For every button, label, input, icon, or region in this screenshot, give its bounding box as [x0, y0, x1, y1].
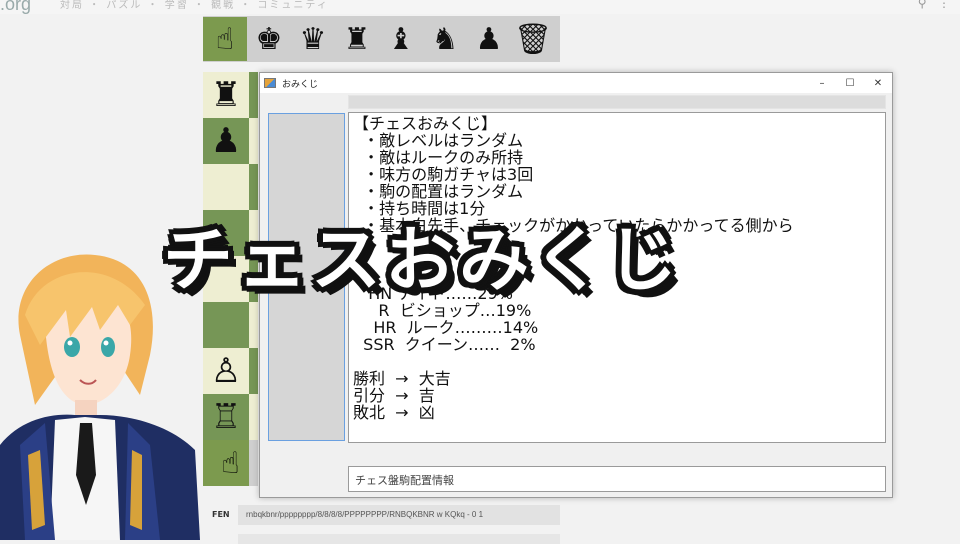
piece-toolbar: ☝ ♚ ♛ ♜ ♝ ♞ ♟ 🗑 — [203, 16, 560, 62]
fen-label: FEN — [212, 510, 230, 519]
text-line: 【チェスおみくじ】 — [353, 114, 498, 133]
top-field[interactable] — [348, 95, 886, 109]
window-titlebar[interactable]: おみくじ – ☐ ✕ — [260, 73, 892, 93]
window-controls: – ☐ ✕ — [808, 73, 892, 93]
text-line: ・味方の駒ガチャは3回 — [353, 165, 534, 184]
board-side-strip — [249, 440, 258, 486]
board-square-b[interactable] — [249, 394, 258, 440]
queen-icon[interactable]: ♛ — [291, 17, 335, 61]
text-line: SSR クイーン…… 2% — [353, 335, 536, 354]
close-button[interactable]: ✕ — [864, 73, 892, 93]
maximize-button[interactable]: ☐ — [836, 73, 864, 93]
search-icon[interactable]: ⚲ — [918, 0, 927, 10]
minimize-button[interactable]: – — [808, 73, 836, 93]
board-square[interactable]: ♟ — [203, 118, 249, 164]
text-line: 引分 → 吉 — [353, 386, 435, 405]
king-icon[interactable]: ♚ — [247, 17, 291, 61]
window-title: おみくじ — [282, 79, 319, 90]
bottom-strip — [238, 534, 560, 544]
menu-icon[interactable]: ⋮ — [938, 0, 950, 10]
site-nav[interactable]: 対局 ・ パズル ・ 学習 ・ 観戦 ・ コミュニティ — [60, 0, 329, 11]
knight-icon[interactable]: ♞ — [423, 17, 467, 61]
pawn-icon[interactable]: ♟ — [467, 17, 511, 61]
text-line: 勝利 → 大吉 — [353, 369, 451, 388]
board-square-b[interactable] — [249, 348, 258, 394]
site-brand[interactable]: .org — [0, 0, 31, 15]
fen-input[interactable]: rnbqkbnr/pppppppp/8/8/8/8/PPPPPPPP/RNBQK… — [238, 505, 560, 525]
board-square[interactable]: ♖ — [203, 394, 249, 440]
board-square[interactable]: ♙ — [203, 348, 249, 394]
header-icons: ⚲ ⋮ — [918, 0, 950, 10]
board-config-field[interactable]: チェス盤駒配置情報 — [348, 466, 886, 492]
hand-pointer-icon[interactable]: ☝ — [203, 17, 247, 61]
text-line: ・敵はルークのみ所持 — [353, 148, 524, 167]
rook-icon[interactable]: ♜ — [335, 17, 379, 61]
bishop-icon[interactable]: ♝ — [379, 17, 423, 61]
board-square-b[interactable] — [249, 118, 258, 164]
text-line: ・駒の配置はランダム — [353, 182, 524, 201]
board-square[interactable] — [203, 302, 249, 348]
text-line: HR ルーク………14% — [353, 318, 539, 337]
board-square[interactable]: ♜ — [203, 72, 249, 118]
app-icon — [264, 78, 276, 88]
text-line — [353, 353, 881, 370]
text-line: 敗北 → 凶 — [353, 403, 435, 422]
vtuber-avatar — [0, 254, 200, 540]
text-line: ・敵レベルはランダム — [353, 131, 524, 150]
site-header: .org 対局 ・ パズル ・ 学習 ・ 観戦 ・ コミュニティ ⚲ ⋮ — [0, 0, 960, 14]
board-square-b[interactable] — [249, 72, 258, 118]
board-square-b[interactable] — [249, 302, 258, 348]
trash-remove-icon[interactable]: 🗑 — [511, 17, 555, 61]
